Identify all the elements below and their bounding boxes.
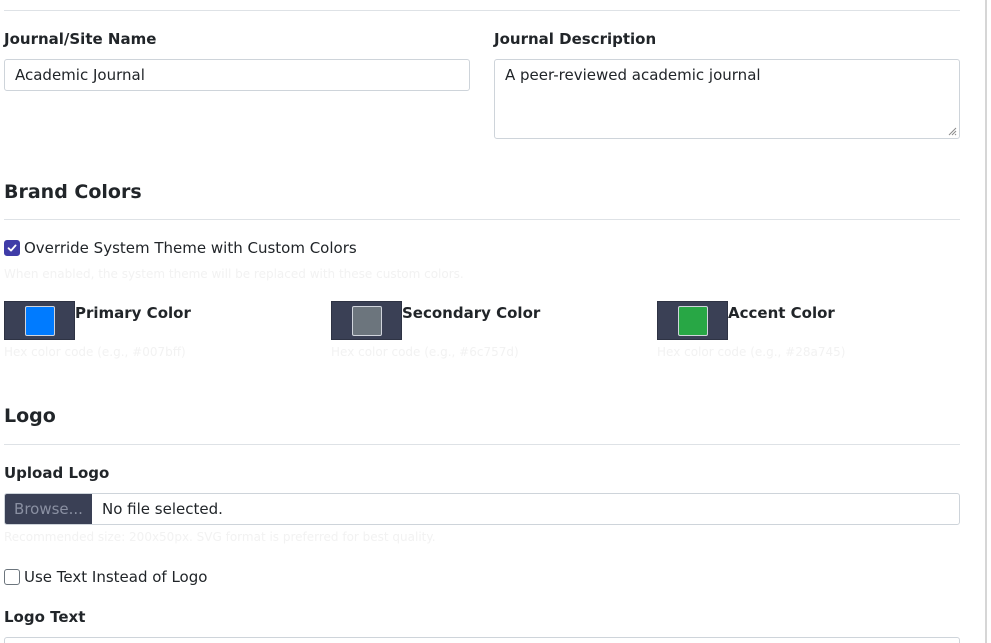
logo-heading: Logo xyxy=(4,405,56,427)
logo-file-input[interactable]: Browse... No file selected. xyxy=(4,493,960,525)
logo-divider xyxy=(4,444,960,445)
logo-text-input[interactable] xyxy=(4,637,960,643)
brand-colors-heading: Brand Colors xyxy=(4,181,142,203)
description-value: A peer-reviewed academic journal xyxy=(505,66,761,84)
window-edge xyxy=(985,0,987,643)
secondary-color-label: Secondary Color xyxy=(402,304,541,322)
top-divider xyxy=(4,10,960,11)
site-name-input[interactable]: Academic Journal xyxy=(4,59,470,91)
brand-divider xyxy=(4,219,960,220)
browse-button[interactable]: Browse... xyxy=(5,494,92,524)
settings-form: Journal/Site Name Academic Journal Journ… xyxy=(0,0,985,643)
accent-color-label: Accent Color xyxy=(728,304,835,322)
secondary-color-picker[interactable] xyxy=(331,301,402,340)
site-name-label: Journal/Site Name xyxy=(4,30,157,48)
resize-grip-icon[interactable] xyxy=(948,127,957,136)
use-text-label: Use Text Instead of Logo xyxy=(24,568,208,586)
file-status-text: No file selected. xyxy=(102,500,223,518)
primary-color-swatch xyxy=(24,305,55,336)
primary-color-group: Primary Color xyxy=(4,301,191,340)
use-text-checkbox[interactable] xyxy=(4,569,20,585)
secondary-color-group: Secondary Color xyxy=(331,301,540,340)
upload-logo-label: Upload Logo xyxy=(4,464,110,482)
logo-text-label: Logo Text xyxy=(4,608,86,626)
upload-logo-help: Recommended size: 200x50px. SVG format i… xyxy=(4,530,436,544)
site-name-value: Academic Journal xyxy=(15,66,145,84)
checkmark-icon xyxy=(7,244,17,252)
override-theme-checkbox[interactable] xyxy=(4,240,20,256)
accent-color-help: Hex color code (e.g., #28a745) xyxy=(657,345,846,359)
use-text-row[interactable]: Use Text Instead of Logo xyxy=(4,568,207,586)
override-theme-label: Override System Theme with Custom Colors xyxy=(24,239,357,257)
primary-color-help: Hex color code (e.g., #007bff) xyxy=(4,345,186,359)
accent-color-group: Accent Color xyxy=(657,301,835,340)
override-theme-help: When enabled, the system theme will be r… xyxy=(4,267,464,281)
override-theme-row[interactable]: Override System Theme with Custom Colors xyxy=(4,239,357,257)
secondary-color-help: Hex color code (e.g., #6c757d) xyxy=(331,345,519,359)
primary-color-label: Primary Color xyxy=(75,304,191,322)
secondary-color-swatch xyxy=(351,305,382,336)
accent-color-picker[interactable] xyxy=(657,301,728,340)
description-label: Journal Description xyxy=(494,30,657,48)
primary-color-picker[interactable] xyxy=(4,301,75,340)
description-textarea[interactable]: A peer-reviewed academic journal xyxy=(494,59,960,139)
accent-color-swatch xyxy=(677,305,708,336)
